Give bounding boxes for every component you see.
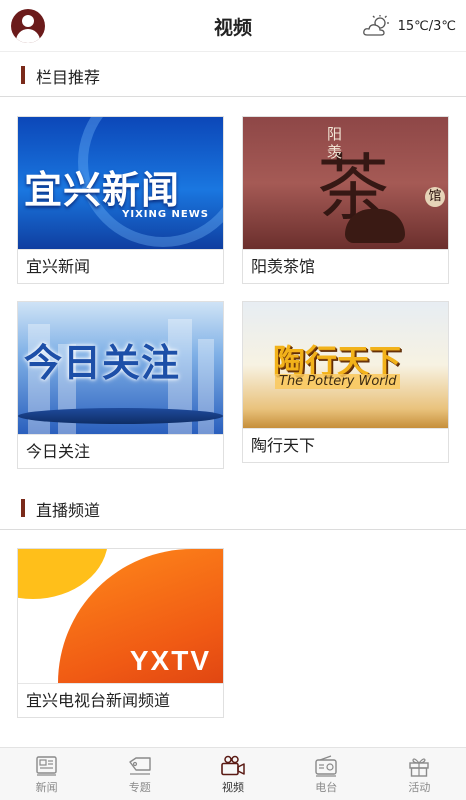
thumbnail-title: 今日关注	[24, 341, 181, 385]
thumbnail-subtitle: The Pottery World	[275, 374, 401, 389]
stage-graphic	[18, 408, 223, 424]
partly-sunny-icon	[362, 15, 389, 36]
program-thumbnail[interactable]: 陶行天下 The Pottery World	[243, 302, 448, 428]
radio-icon	[315, 755, 337, 777]
thumbnail-seal: 馆	[425, 187, 445, 207]
nav-tab-video[interactable]: 视频	[186, 748, 279, 800]
section-accent-bar	[21, 499, 25, 517]
tag-icon	[129, 757, 151, 775]
program-title[interactable]: 宜兴新闻	[18, 249, 223, 283]
nav-tab-label: 新闻	[35, 781, 58, 794]
gift-icon	[409, 758, 430, 777]
program-thumbnail[interactable]: 茶 阳 羡 馆	[243, 117, 448, 249]
program-thumbnail[interactable]: 宜兴新闻 YIXING NEWS	[18, 117, 223, 249]
program-card-yixing-news[interactable]: 宜兴新闻 YIXING NEWS 宜兴新闻	[17, 116, 224, 284]
program-card-today-focus[interactable]: 今日关注 今日关注	[17, 301, 224, 469]
channel-title[interactable]: 宜兴电视台新闻频道	[18, 683, 223, 717]
section-title: 直播频道	[36, 501, 101, 520]
video-camera-icon	[221, 755, 245, 776]
teapot-graphic	[345, 209, 405, 243]
section-header-live: 直播频道	[0, 486, 466, 530]
program-card-pottery-world[interactable]: 陶行天下 The Pottery World 陶行天下	[242, 301, 449, 463]
channel-card-yxtv-news[interactable]: YXTV 宜兴电视台新闻频道	[17, 548, 224, 718]
thumbnail-subtitle: YIXING NEWS	[122, 209, 209, 220]
nav-tab-topics[interactable]: 专题	[93, 748, 186, 800]
nav-tab-label: 活动	[408, 781, 431, 794]
newspaper-icon	[35, 756, 57, 776]
weather-temperature: 15℃/3℃	[397, 18, 456, 34]
program-thumbnail[interactable]: 今日关注	[18, 302, 223, 434]
section-header-recommended: 栏目推荐	[0, 53, 466, 97]
weather-widget[interactable]: 15℃/3℃	[362, 15, 456, 37]
bottom-nav: 新闻 专题 视频 电台 活动	[0, 747, 466, 800]
nav-tab-label: 视频	[222, 781, 244, 794]
thumbnail-title: 宜兴新闻	[24, 168, 181, 212]
program-title[interactable]: 陶行天下	[243, 428, 448, 462]
nav-tab-label: 电台	[315, 781, 338, 794]
section-accent-bar	[21, 66, 25, 84]
nav-tab-news[interactable]: 新闻	[0, 748, 93, 800]
nav-tab-label: 专题	[128, 781, 151, 794]
top-bar: 视频 15℃/3℃	[0, 0, 466, 52]
section-title: 栏目推荐	[36, 68, 101, 87]
program-title[interactable]: 阳羡茶馆	[243, 249, 448, 283]
channel-thumbnail[interactable]: YXTV	[18, 549, 223, 683]
nav-tab-events[interactable]: 活动	[373, 748, 466, 800]
thumbnail-subtitle: 阳 羡	[327, 125, 343, 161]
nav-tab-radio[interactable]: 电台	[280, 748, 373, 800]
program-card-tea-house[interactable]: 茶 阳 羡 馆 阳羡茶馆	[242, 116, 449, 284]
program-title[interactable]: 今日关注	[18, 434, 223, 468]
channel-logo: YXTV	[129, 645, 211, 676]
